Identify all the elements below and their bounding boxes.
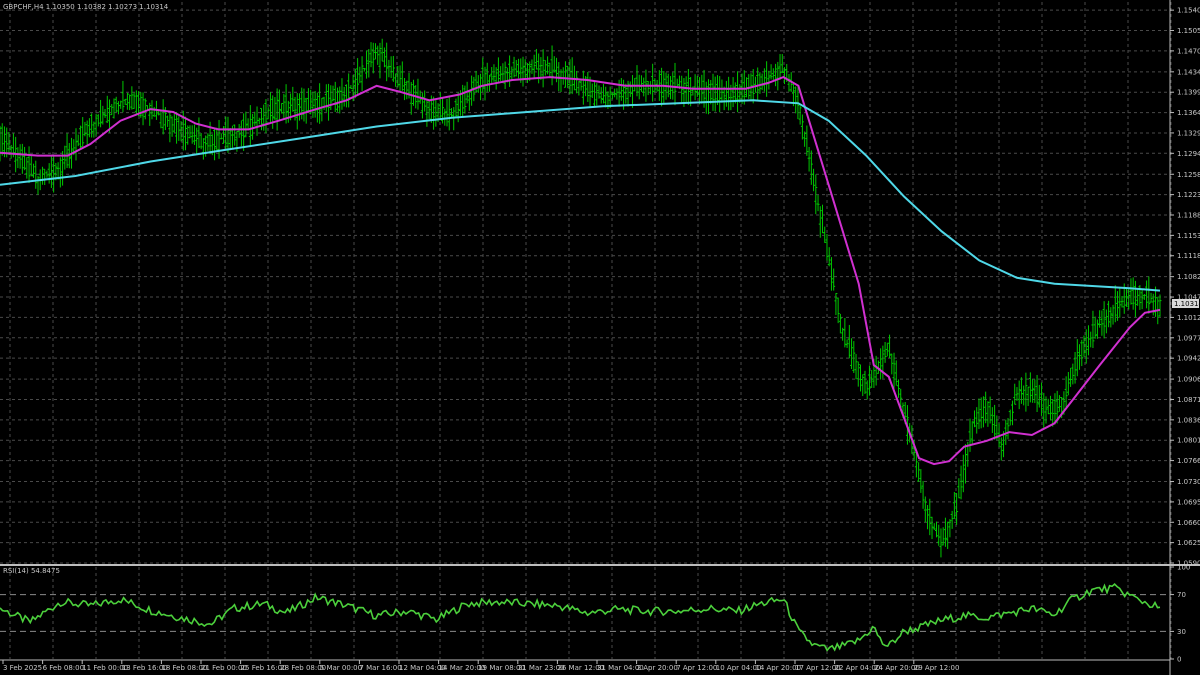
- price-tick-label: 1.13640: [1177, 109, 1200, 117]
- price-tick-label: 1.11880: [1177, 211, 1200, 219]
- current-price-badge: 1.10314: [1172, 299, 1200, 308]
- rsi-line: [0, 583, 1161, 652]
- time-tick-label: 7 Mar 16:00: [359, 664, 401, 672]
- price-tick-label: 1.14700: [1177, 47, 1200, 55]
- time-tick-label: 3 Feb 2025: [3, 664, 42, 672]
- price-tick-label: 1.14340: [1177, 68, 1200, 76]
- rsi-header: RSI(14) 54.8475: [3, 567, 60, 575]
- price-tick-label: 1.15050: [1177, 27, 1200, 35]
- rsi-tick-label: 30: [1177, 628, 1186, 636]
- price-tick-label: 1.06950: [1177, 498, 1200, 506]
- price-tick-label: 1.07300: [1177, 478, 1200, 486]
- price-tick-label: 1.12940: [1177, 150, 1200, 158]
- price-tick-label: 1.13990: [1177, 89, 1200, 97]
- price-tick-label: 1.10120: [1177, 314, 1200, 322]
- current-price-label: 1.10314: [1174, 300, 1200, 308]
- price-tick-label: 1.08010: [1177, 437, 1200, 445]
- price-tick-label: 1.09770: [1177, 334, 1200, 342]
- price-tick-label: 1.08360: [1177, 416, 1200, 424]
- symbol-header: GBPCHF,H4 1.10350 1.10382 1.10273 1.1031…: [3, 3, 169, 11]
- price-tick-label: 1.07660: [1177, 457, 1200, 465]
- time-tick-label: 5 Mar 00:00: [320, 664, 362, 672]
- price-tick-label: 1.08710: [1177, 396, 1200, 404]
- price-tick-label: 1.13290: [1177, 129, 1200, 137]
- rsi-tick-label: 100: [1177, 564, 1190, 572]
- time-tick-label: 2 Apr 20:00: [637, 664, 678, 672]
- price-tick-label: 1.06600: [1177, 519, 1200, 527]
- price-tick-label: 1.12580: [1177, 171, 1200, 179]
- price-chart[interactable]: 1.15400 1.15050 1.14700 1.14340 1.13990 1.136…: [0, 0, 1200, 675]
- time-tick-label: 29 Apr 12:00: [914, 664, 960, 672]
- price-tick-label: 1.10820: [1177, 273, 1200, 281]
- price-tick-label: 1.12230: [1177, 191, 1200, 199]
- time-tick-label: 6 Feb 08:00: [43, 664, 84, 672]
- rsi-tick-label: 70: [1177, 591, 1186, 599]
- price-tick-label: 1.11180: [1177, 252, 1200, 260]
- time-tick-label: 7 Apr 12:00: [676, 664, 717, 672]
- price-tick-label: 1.15400: [1177, 7, 1200, 15]
- price-tick-label: 1.09060: [1177, 376, 1200, 384]
- price-tick-label: 1.11530: [1177, 232, 1200, 240]
- rsi-tick-label: 0: [1177, 656, 1181, 664]
- price-tick-label: 1.09420: [1177, 355, 1200, 363]
- price-tick-label: 1.06250: [1177, 539, 1200, 547]
